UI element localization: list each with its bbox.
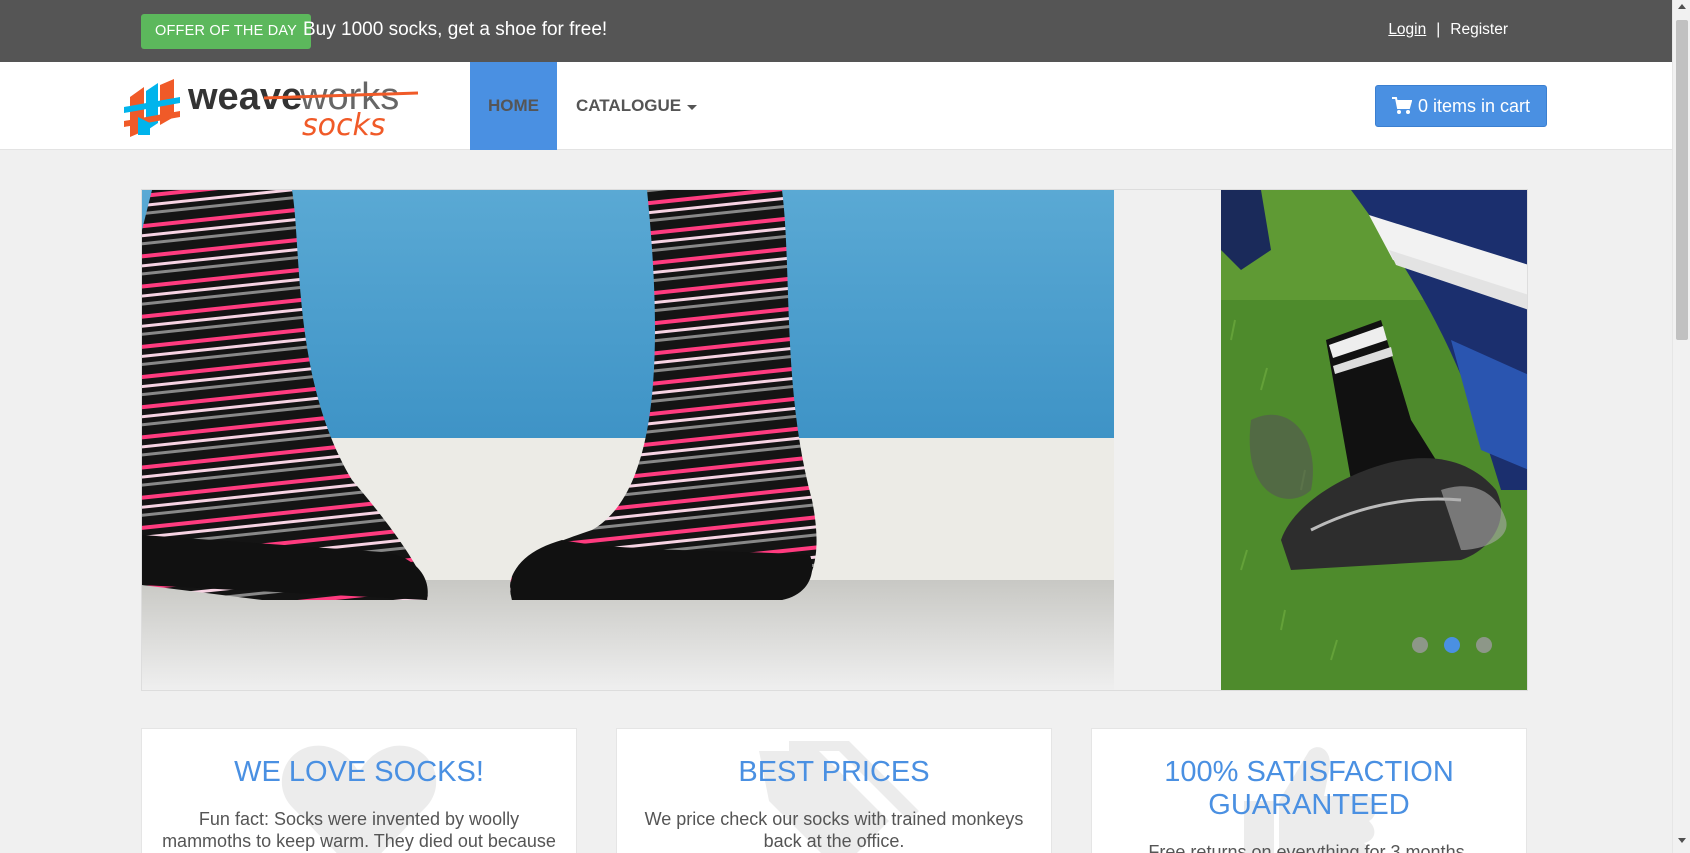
svg-text:socks: socks xyxy=(302,108,385,139)
carousel-indicators xyxy=(1412,637,1492,653)
feature-text: Free returns on everything for 3 months. xyxy=(1148,842,1470,853)
carousel-dot-3[interactable] xyxy=(1476,637,1492,653)
offer-badge[interactable]: OFFER OF THE DAY xyxy=(141,14,312,49)
cart-label: 0 items in cart xyxy=(1417,95,1531,116)
page-scrollbar[interactable] xyxy=(1672,0,1690,853)
feature-box-love-socks: WE LOVE SOCKS! Fun fact: Socks were inve… xyxy=(141,728,577,853)
hero-carousel[interactable] xyxy=(141,189,1528,691)
brand-logo[interactable]: weave works socks xyxy=(122,73,422,143)
carousel-dot-1[interactable] xyxy=(1412,637,1428,653)
weaveworks-logo-icon: weave works socks xyxy=(124,76,419,143)
feature-box-best-prices: BEST PRICES We price check our socks wit… xyxy=(616,728,1052,853)
football-socks-image xyxy=(1221,190,1527,690)
shopping-cart-icon xyxy=(1391,97,1412,114)
feature-title: BEST PRICES xyxy=(738,756,930,788)
auth-separator: | xyxy=(1436,21,1441,38)
nav-home[interactable]: HOME xyxy=(470,62,557,150)
carousel-slide-striped-socks xyxy=(142,190,1114,690)
feature-title: 100% SATISFACTION GUARANTEED xyxy=(1164,756,1454,821)
login-link[interactable]: Login xyxy=(1388,20,1426,40)
striped-socks-image xyxy=(142,190,1114,690)
carousel-slide-football-socks xyxy=(1221,190,1527,690)
cart-button[interactable]: 0 items in cart xyxy=(1375,85,1547,127)
feature-box-satisfaction: 100% SATISFACTION GUARANTEED Free return… xyxy=(1091,728,1527,853)
feature-text: We price check our socks with trained mo… xyxy=(644,809,1024,851)
top-bar: OFFER OF THE DAY Buy 1000 socks, get a s… xyxy=(0,0,1672,62)
offer-text: Buy 1000 socks, get a shoe for free! xyxy=(303,19,608,40)
main-navbar: weave works socks HOME CATALOGUE 0 items… xyxy=(0,62,1672,150)
scroll-down-arrow-icon[interactable] xyxy=(1678,838,1686,843)
feature-title: WE LOVE SOCKS! xyxy=(234,756,484,788)
scroll-thumb[interactable] xyxy=(1676,20,1688,340)
caret-down-icon xyxy=(687,104,698,110)
carousel-gap xyxy=(1114,190,1221,690)
nav-catalogue-label: CATALOGUE xyxy=(576,96,682,115)
register-link[interactable]: Register xyxy=(1450,20,1508,40)
carousel-dot-2[interactable] xyxy=(1444,637,1460,653)
feature-text: Fun fact: Socks were invented by woolly … xyxy=(162,809,556,851)
auth-links: Login | Register xyxy=(1388,20,1508,40)
scroll-up-arrow-icon[interactable] xyxy=(1678,4,1686,9)
nav-catalogue-dropdown[interactable]: CATALOGUE xyxy=(576,62,698,150)
